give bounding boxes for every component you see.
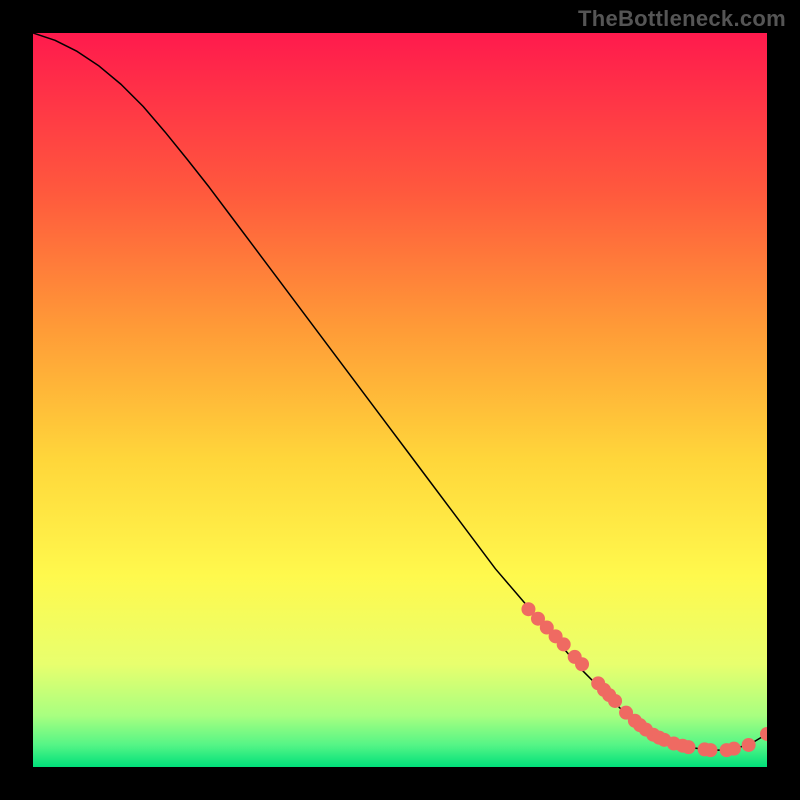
gradient-background [33,33,767,767]
plot-area [33,33,767,767]
data-point [681,740,695,754]
data-point [557,637,571,651]
data-point [742,738,756,752]
watermark-label: TheBottleneck.com [578,6,786,32]
chart-root: TheBottleneck.com [0,0,800,800]
data-point [703,743,717,757]
data-point [727,742,741,756]
chart-svg [33,33,767,767]
data-point [608,694,622,708]
data-point [575,657,589,671]
